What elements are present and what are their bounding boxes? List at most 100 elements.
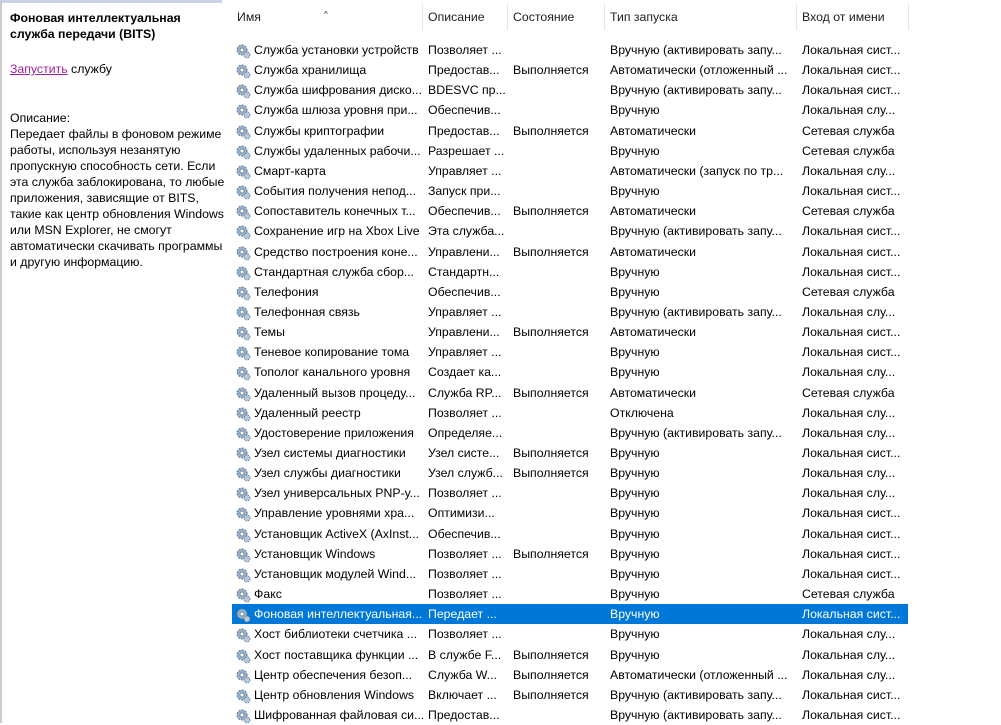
cell-name: Тополог канального уровня (254, 365, 411, 380)
service-gear-icon (235, 607, 251, 623)
service-gear-icon (235, 446, 251, 462)
cell-logon-as: Сетевая служба (802, 284, 895, 299)
cell-description: Управляет ... (428, 163, 502, 178)
table-row[interactable]: Сохранение игр на Xbox Live Эта служба...… (232, 221, 908, 241)
table-row[interactable]: Темы Управлени... Выполняется Автоматически… (232, 322, 908, 342)
column-header-logon-as[interactable]: Вход от имени (802, 10, 885, 24)
cell-logon-as: Локальная сист... (802, 707, 901, 722)
cell-startup-type: Вручную (610, 345, 660, 360)
cell-startup-type: Вручную (610, 607, 660, 622)
table-row[interactable]: Служба шлюза уровня при... Обеспечив... Вр… (232, 100, 908, 120)
cell-startup-type: Автоматически (610, 385, 696, 400)
cell-logon-as: Локальная слу... (802, 466, 896, 481)
table-row[interactable]: Шифрованная файловая си... Предостав... Вр… (232, 705, 908, 725)
table-row[interactable]: Службы криптографии Предостав... Выполняет… (232, 121, 908, 141)
cell-name: Хост поставщика функции ... (254, 647, 419, 662)
cell-name: Службы удаленных рабочи... (254, 143, 421, 158)
cell-name: Узел системы диагностики (254, 446, 406, 460)
table-row[interactable]: Хост библиотеки счетчика ... Позволяет ..… (232, 624, 908, 644)
cell-name: События получения непод... (254, 184, 416, 199)
table-row[interactable]: Служба установки устройств Позволяет ... В… (232, 40, 908, 60)
services-table: ^ Имя Описание Состояние Тип запуска Вхо… (232, 0, 909, 724)
table-row[interactable]: Стандартная служба сбор... Стандартн... Вр… (232, 262, 908, 282)
table-row[interactable]: Удаленный вызов процеду... Служба RP... Вы… (232, 383, 908, 403)
cell-name: Центр обновления Windows (254, 687, 415, 702)
table-row[interactable]: Хост поставщика функции ... В службе F...… (232, 645, 908, 665)
cell-logon-as: Локальная слу... (802, 365, 896, 380)
cell-startup-type: Автоматически (610, 325, 696, 340)
service-gear-icon (235, 63, 251, 79)
cell-logon-as: Локальная сист... (802, 687, 901, 702)
cell-name: Удостоверение приложения (254, 425, 414, 440)
cell-logon-as: Локальная сист... (802, 83, 901, 98)
cell-description: Управлени... (428, 325, 500, 340)
table-row[interactable]: События получения непод... Запуск при... В… (232, 181, 908, 201)
table-row[interactable]: Установщик ActiveX (AxInst... Обеспечив..… (232, 524, 908, 544)
table-header: ^ Имя Описание Состояние Тип запуска Вхо… (232, 0, 909, 36)
column-header-description[interactable]: Описание (428, 10, 485, 24)
table-row[interactable]: Установщик модулей Wind... Позволяет ... В… (232, 564, 908, 584)
cell-logon-as: Локальная сист... (802, 345, 901, 360)
cell-logon-as: Сетевая служба (802, 587, 895, 602)
table-row[interactable]: Установщик Windows Позволяет ... Выполняет… (232, 544, 908, 564)
cell-name: Установщик ActiveX (AxInst... (254, 526, 420, 541)
table-row[interactable]: Центр обновления Windows Включает ... Выпо… (232, 685, 908, 705)
service-gear-icon (235, 285, 251, 301)
cell-logon-as: Локальная слу... (802, 425, 896, 440)
table-row[interactable]: Телефонная связь Управляет ... Вручную (ак… (232, 302, 908, 322)
table-row[interactable]: Управление уровнями хра... Оптимизи... Вру… (232, 503, 908, 523)
table-row[interactable]: Узел универсальных PNP-у... Позволяет ...… (232, 483, 908, 503)
cell-name: Удаленный реестр (254, 405, 361, 420)
table-row[interactable]: Службы удаленных рабочи... Разрешает ... В… (232, 141, 908, 161)
cell-description: BDESVC пр... (428, 83, 506, 98)
table-row[interactable]: Фоновая интеллектуальная... Передает ... В… (232, 604, 908, 625)
service-gear-icon (235, 426, 251, 442)
service-gear-icon (235, 124, 251, 140)
table-row[interactable]: Узел системы диагностики Узел систе... Вып… (232, 443, 908, 463)
cell-logon-as: Сетевая служба (802, 123, 895, 138)
column-header-name[interactable]: Имя (237, 10, 261, 24)
cell-description: Позволяет ... (428, 486, 502, 501)
cell-name: Служба установки устройств (254, 43, 419, 57)
table-row[interactable]: Телефония Обеспечив... Вручную Сетевая служ… (232, 282, 908, 302)
table-row[interactable]: Узел службы диагностики Узел служб... Выпо… (232, 463, 908, 483)
cell-description: Обеспечив... (428, 103, 501, 118)
start-service-link[interactable]: Запустить (10, 62, 68, 76)
cell-logon-as: Локальная сист... (802, 184, 901, 199)
table-row[interactable]: Тополог канального уровня Создает ка... Вр… (232, 362, 908, 382)
cell-startup-type: Вручную (610, 184, 660, 199)
column-header-startup-type[interactable]: Тип запуска (610, 10, 678, 24)
table-row[interactable]: Смарт-карта Управляет ... Автоматически (з… (232, 161, 908, 181)
service-gear-icon (235, 265, 251, 281)
cell-name: Теневое копирование тома (254, 345, 410, 360)
panel-top-bar (2, 0, 222, 3)
table-row[interactable]: Сопоставитель конечных т... Обеспечив... В… (232, 201, 908, 221)
cell-startup-type: Вручную (610, 466, 660, 481)
table-row[interactable]: Факс Позволяет ... Вручную Сетевая служба (232, 584, 908, 604)
cell-name: Службы криптографии (254, 123, 385, 138)
cell-description: Разрешает ... (428, 143, 505, 158)
service-gear-icon (235, 164, 251, 180)
cell-logon-as: Локальная сист... (802, 244, 901, 259)
table-row[interactable]: Удостоверение приложения Определяе... Вруч… (232, 423, 908, 443)
cell-logon-as: Локальная сист... (802, 526, 901, 541)
table-row[interactable]: Служба шифрования диско... BDESVC пр... Вр… (232, 80, 908, 100)
cell-startup-type: Вручную (активировать запу... (610, 425, 782, 440)
service-gear-icon (235, 305, 251, 321)
service-gear-icon (235, 345, 251, 361)
table-row[interactable]: Теневое копирование тома Управляет ... Вру… (232, 342, 908, 362)
cell-logon-as: Локальная слу... (802, 163, 896, 178)
table-row[interactable]: Средство построения коне... Управлени... В… (232, 242, 908, 262)
cell-description: Позволяет ... (428, 566, 502, 581)
column-header-status[interactable]: Состояние (513, 10, 574, 24)
table-row[interactable]: Удаленный реестр Позволяет ... Отключена Ло… (232, 403, 908, 423)
cell-logon-as: Локальная сист... (802, 224, 901, 239)
cell-description: Узел служб... (428, 466, 503, 481)
table-row[interactable]: Центр обеспечения безоп... Служба W... Вып… (232, 665, 908, 685)
cell-description: Оптимизи... (428, 506, 495, 521)
service-gear-icon (235, 668, 251, 684)
table-row[interactable]: Служба хранилища Предостав... Выполняется А… (232, 60, 908, 80)
service-description: Описание: Передает файлы в фоновом режим… (10, 110, 230, 270)
service-gear-icon (235, 245, 251, 261)
cell-description: Определяе... (428, 425, 503, 440)
